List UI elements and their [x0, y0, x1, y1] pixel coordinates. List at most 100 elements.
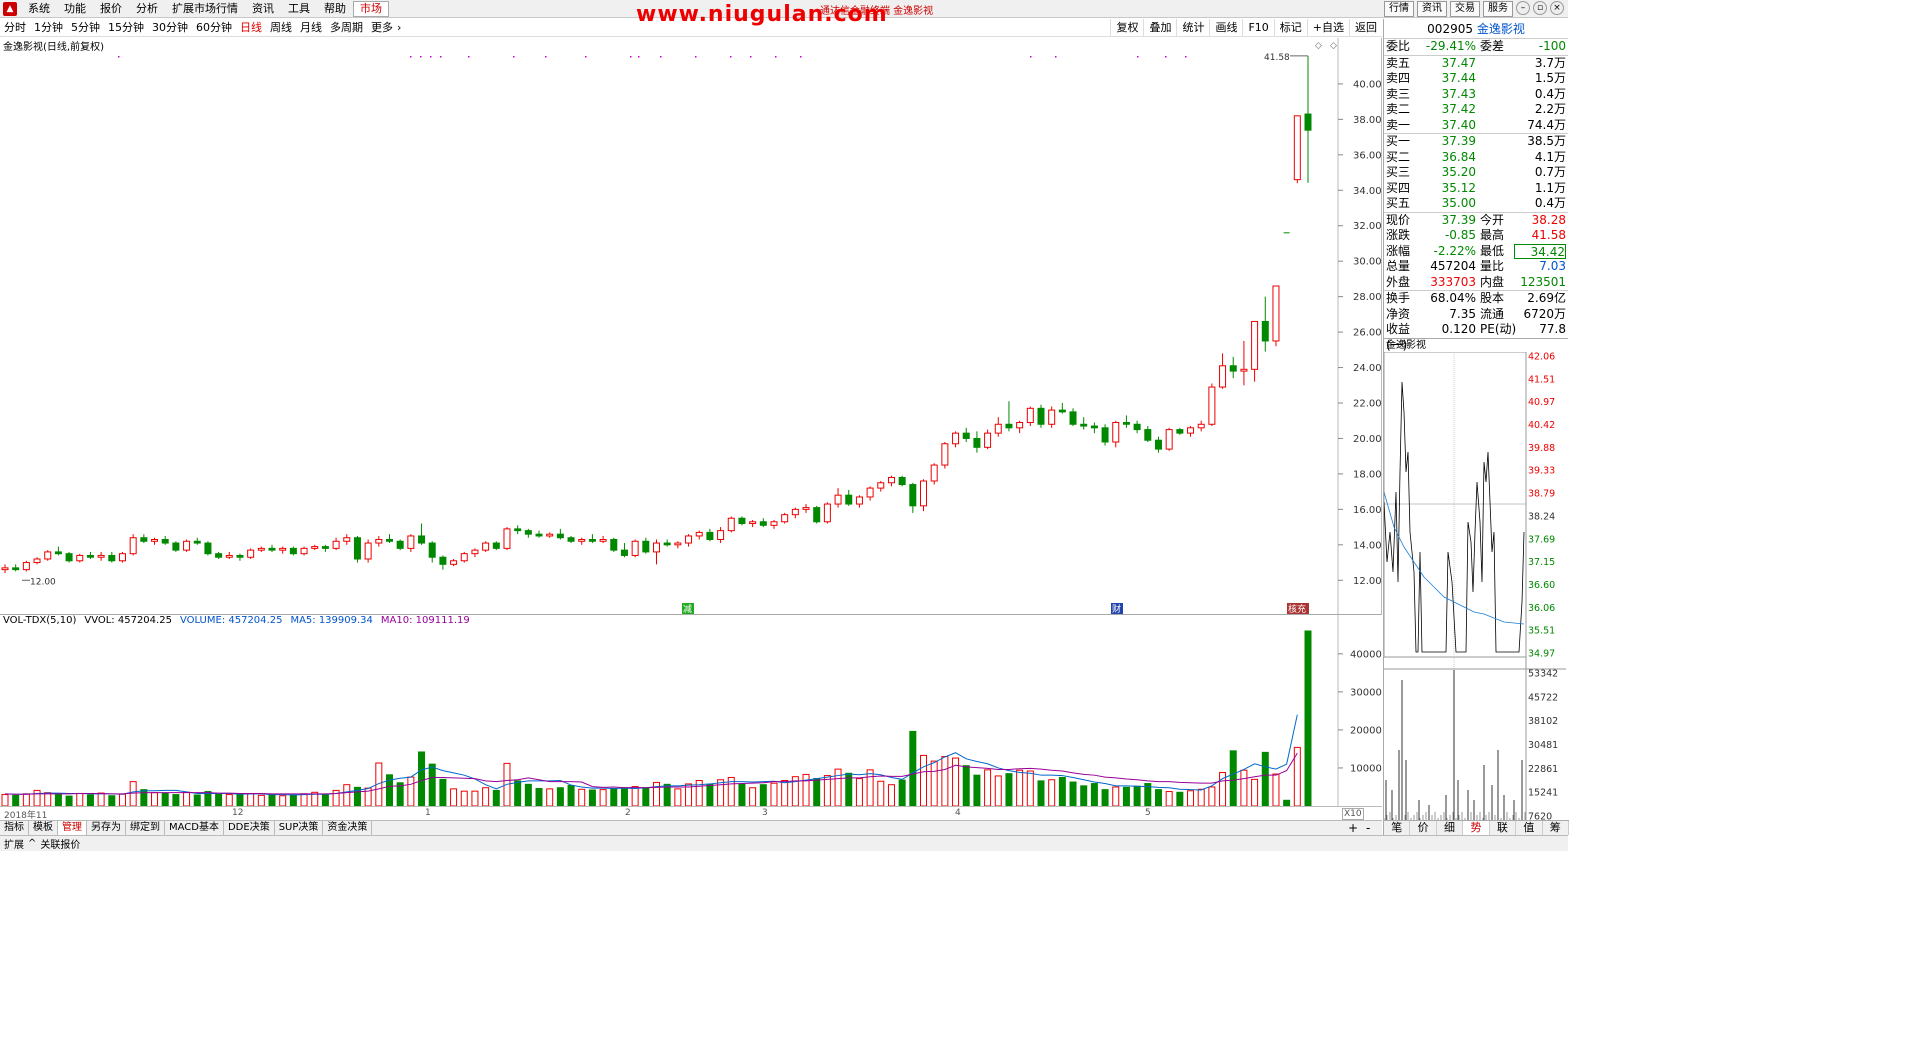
candle — [12, 564, 20, 572]
menu-market[interactable]: 市场 — [353, 0, 389, 17]
btn-service[interactable]: 服务 — [1483, 1, 1513, 17]
candle — [1090, 422, 1098, 434]
volume-label: 30000 — [1350, 687, 1382, 698]
stock-name[interactable]: 金逸影视 — [1477, 22, 1525, 36]
rtab-jia[interactable]: 价 — [1410, 821, 1437, 835]
volume-bar — [514, 780, 522, 806]
zoom-out-icon[interactable]: - — [1366, 821, 1370, 835]
level-label: 卖三 — [1386, 86, 1411, 101]
tool-fuquan[interactable]: 复权 — [1110, 19, 1143, 37]
level-volume: 74.4万 — [1527, 117, 1566, 132]
tab-dde[interactable]: DDE决策 — [224, 821, 275, 835]
rtab-chou[interactable]: 筹 — [1543, 821, 1569, 835]
menu-tools[interactable]: 工具 — [281, 0, 317, 18]
status-expand[interactable]: 扩展 — [0, 836, 28, 851]
tab-sup[interactable]: SUP决策 — [275, 821, 324, 835]
kline-chart[interactable]: 40.00 38.00 36.00 34.00 32.00 30.00 28.00 26.00… — [0, 38, 1382, 614]
status-linked-quote[interactable]: 关联报价 — [36, 836, 84, 851]
volume-indicator-name[interactable]: VOL-TDX(5,10) — [3, 615, 76, 626]
tab-fund[interactable]: 资金决策 — [323, 821, 373, 835]
menu-analysis[interactable]: 分析 — [129, 0, 165, 18]
period-month[interactable]: 月线 — [296, 19, 326, 37]
candle — [332, 537, 340, 551]
candle — [781, 512, 789, 524]
mini-price-label: 41.51 — [1528, 374, 1555, 385]
candle — [578, 537, 586, 545]
period-multi[interactable]: 多周期 — [326, 19, 367, 37]
close-icon[interactable]: × — [1550, 1, 1564, 15]
tab-manage[interactable]: 管理 — [58, 821, 87, 835]
volume-bar — [930, 760, 938, 806]
period-tick[interactable]: 分时 — [0, 19, 30, 37]
menu-ext-market[interactable]: 扩展市场行情 — [165, 0, 245, 18]
buy-level-row[interactable]: 买三 35.20 0.7万 — [1384, 165, 1568, 181]
candle — [343, 534, 351, 545]
candle — [738, 516, 746, 526]
candle — [492, 541, 500, 551]
menu-quote[interactable]: 报价 — [93, 0, 129, 18]
period-30min[interactable]: 30分钟 — [148, 19, 192, 37]
sell-level-row[interactable]: 卖二 37.42 2.2万 — [1384, 102, 1568, 118]
rtab-shi[interactable]: 势 — [1463, 821, 1490, 835]
rtab-zhi[interactable]: 值 — [1516, 821, 1543, 835]
volume-bar — [855, 778, 863, 806]
period-60min[interactable]: 60分钟 — [192, 19, 236, 37]
period-15min[interactable]: 15分钟 — [104, 19, 148, 37]
rtab-lian[interactable]: 联 — [1490, 821, 1517, 835]
volume-bar — [1016, 769, 1024, 806]
minimize-icon[interactable]: – — [1516, 1, 1530, 15]
period-1min[interactable]: 1分钟 — [30, 19, 67, 37]
rtab-bi[interactable]: 笔 — [1384, 821, 1411, 835]
tool-add-watch[interactable]: +自选 — [1306, 19, 1349, 37]
tool-mark[interactable]: 标记 — [1273, 19, 1307, 37]
menu-help[interactable]: 帮助 — [317, 0, 353, 18]
sell-level-row[interactable]: 卖四 37.44 1.5万 — [1384, 71, 1568, 87]
menu-news[interactable]: 资讯 — [245, 0, 281, 18]
volume-bar — [556, 787, 564, 806]
candle — [909, 482, 917, 513]
tab-save-as[interactable]: 另存为 — [87, 821, 126, 835]
tab-template[interactable]: 模板 — [29, 821, 58, 835]
volume-chart[interactable]: 40000 30000 20000 10000 — [0, 615, 1382, 806]
buy-level-row[interactable]: 买二 36.84 4.1万 — [1384, 150, 1568, 166]
kline-chart-area[interactable]: 40.00 38.00 36.00 34.00 32.00 30.00 28.00 26.00… — [0, 38, 1382, 614]
buy-level-row[interactable]: 买一 37.39 38.5万 — [1384, 134, 1568, 150]
volume-area[interactable]: 40000 30000 20000 10000 — [0, 615, 1382, 820]
btn-news[interactable]: 资讯 — [1417, 1, 1447, 17]
diamond-icon: ◇ — [1315, 41, 1322, 51]
tab-indicator[interactable]: 指标 — [0, 821, 29, 835]
menu-system[interactable]: 系统 — [21, 0, 57, 18]
intraday-mini-chart[interactable]: 42.06 41.51 40.97 40.42 39.88 39.33 38.79 38.24… — [1384, 351, 1569, 822]
chevron-up-icon[interactable]: ^ — [28, 838, 36, 849]
tool-back[interactable]: 返回 — [1349, 19, 1382, 37]
sell-level-row[interactable]: 卖一 37.40 74.4万 — [1384, 118, 1568, 134]
buy-level-row[interactable]: 买四 35.12 1.1万 — [1384, 181, 1568, 197]
buy-level-row[interactable]: 买五 35.00 0.4万 — [1384, 196, 1568, 212]
candle — [674, 541, 682, 549]
tool-draw[interactable]: 画线 — [1209, 19, 1242, 37]
menu-function[interactable]: 功能 — [57, 0, 93, 18]
period-more[interactable]: 更多 — [367, 19, 397, 37]
btn-quote[interactable]: 行情 — [1384, 1, 1414, 17]
tool-overlay[interactable]: 叠加 — [1143, 19, 1176, 37]
rtab-xi[interactable]: 细 — [1437, 821, 1464, 835]
candle — [1304, 55, 1312, 183]
period-week[interactable]: 周线 — [266, 19, 296, 37]
tab-bind[interactable]: 绑定到 — [126, 821, 165, 835]
tool-f10[interactable]: F10 — [1242, 19, 1273, 37]
period-5min[interactable]: 5分钟 — [67, 19, 104, 37]
zoom-in-icon[interactable]: + — [1348, 821, 1358, 835]
event-dot — [1055, 56, 1057, 58]
tool-stats[interactable]: 统计 — [1176, 19, 1209, 37]
level-price: 37.39 — [1441, 134, 1476, 148]
tab-macd[interactable]: MACD基本 — [165, 821, 224, 835]
btn-trade[interactable]: 交易 — [1450, 1, 1480, 17]
period-day[interactable]: 日线 — [236, 19, 266, 37]
restore-icon[interactable]: ▫ — [1533, 1, 1547, 15]
candle — [396, 539, 404, 551]
candle — [204, 541, 212, 556]
event-dot — [1165, 56, 1167, 58]
chevron-right-icon[interactable]: › — [397, 21, 401, 34]
sell-level-row[interactable]: 卖五 37.47 3.7万 — [1384, 56, 1568, 72]
sell-level-row[interactable]: 卖三 37.43 0.4万 — [1384, 87, 1568, 103]
